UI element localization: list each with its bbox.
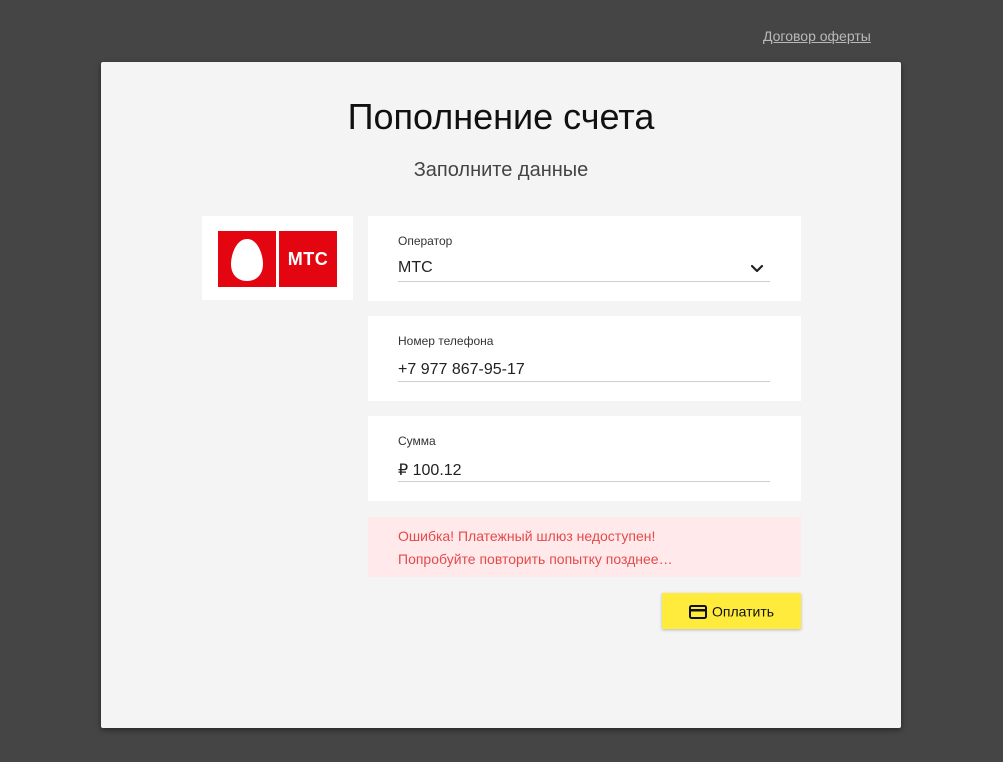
phone-field: Номер телефона — [368, 316, 801, 401]
operator-label: Оператор — [398, 234, 453, 248]
credit-card-icon — [688, 604, 707, 619]
payment-card: Пополнение счета Заполните данные МТС Оп… — [101, 62, 901, 728]
operator-select[interactable]: МТС — [398, 259, 770, 282]
egg-icon — [218, 231, 276, 287]
offer-agreement-link[interactable]: Договор оферты — [763, 28, 871, 44]
operator-field: Оператор МТС — [368, 216, 801, 301]
error-message: Ошибка! Платежный шлюз недоступен! Попро… — [368, 517, 801, 577]
phone-label: Номер телефона — [398, 334, 494, 348]
page-subtitle: Заполните данные — [413, 159, 589, 181]
page-title: Пополнение счета — [347, 96, 655, 137]
amount-label: Сумма — [398, 434, 436, 448]
operator-logo: МТС — [202, 216, 353, 300]
phone-input[interactable] — [398, 359, 770, 382]
pay-button-label: Оплатить — [711, 603, 775, 620]
error-line-2: Попробуйте повторить попытку позднее… — [398, 551, 673, 567]
pay-button[interactable]: Оплатить — [662, 593, 801, 629]
amount-field: Сумма — [368, 416, 801, 501]
chevron-down-icon[interactable] — [748, 260, 766, 278]
amount-input[interactable] — [398, 459, 770, 482]
error-line-1: Ошибка! Платежный шлюз недоступен! — [398, 528, 656, 544]
logo-wordmark: МТС — [279, 231, 337, 287]
